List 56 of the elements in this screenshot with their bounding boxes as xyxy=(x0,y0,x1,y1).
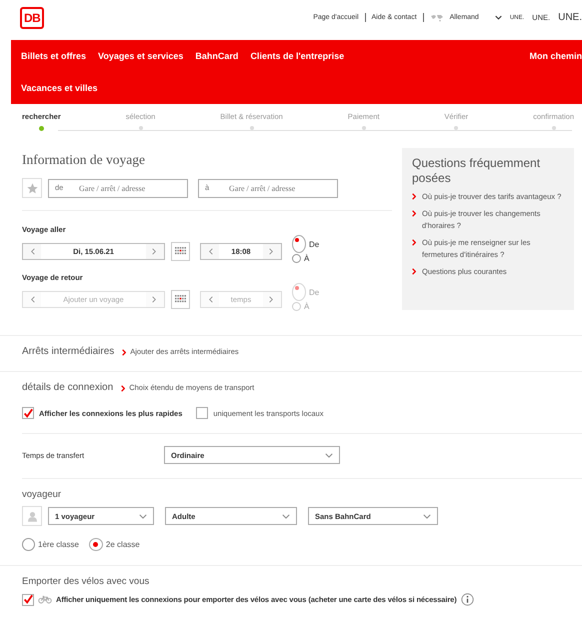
nav-item[interactable]: Clients de l'entreprise xyxy=(250,51,344,61)
calendar-button[interactable] xyxy=(171,242,190,260)
radio-label: À xyxy=(304,302,310,311)
chevron-left-icon xyxy=(31,296,35,302)
chevron-right-icon xyxy=(269,248,273,254)
person-icon xyxy=(26,510,38,522)
nav-item[interactable]: Vacances et villes xyxy=(21,83,98,93)
chevron-left-icon xyxy=(31,248,35,254)
radio-label: De xyxy=(309,288,320,296)
bicycle-icon xyxy=(38,595,52,604)
world-map-icon xyxy=(430,14,444,22)
radio-label: 1ère classe xyxy=(38,540,79,549)
checkbox[interactable] xyxy=(22,594,34,606)
nav-item[interactable]: Voyages et services xyxy=(98,51,184,61)
chevron-down-icon xyxy=(139,514,147,518)
chevron-down-icon xyxy=(423,514,431,518)
text-size-option[interactable]: UNE. xyxy=(558,12,582,23)
radio-button[interactable] xyxy=(292,235,306,253)
nav-item[interactable]: Billets et offres xyxy=(21,51,86,61)
favorite-button[interactable] xyxy=(22,178,42,198)
info-icon[interactable] xyxy=(460,593,474,606)
checkbox[interactable] xyxy=(196,407,208,419)
chevron-left-icon xyxy=(209,248,213,254)
radio-label: 2e classe xyxy=(106,540,140,549)
checkbox[interactable] xyxy=(22,407,34,419)
calendar-icon xyxy=(175,247,186,255)
section-title: Arrêts intermédiaires xyxy=(22,346,114,357)
step-dot xyxy=(38,126,44,131)
radio-button[interactable] xyxy=(88,538,103,551)
nav-item[interactable]: Mon chemin xyxy=(529,51,582,61)
radio-button[interactable] xyxy=(292,254,301,263)
chevron-right-icon xyxy=(121,385,126,392)
faq-title: Questions fréquemment posées xyxy=(412,156,542,186)
section-title: Information de voyage xyxy=(22,152,146,168)
star-icon xyxy=(26,182,38,194)
chevron-right-icon xyxy=(412,268,416,275)
chevron-down-icon xyxy=(325,452,333,458)
section-title: détails de connexion xyxy=(22,382,114,393)
db-logo[interactable]: DB xyxy=(20,7,44,29)
section-title: Emporter des vélos avec vous xyxy=(22,576,150,587)
chevron-right-icon xyxy=(412,210,416,217)
calendar-icon xyxy=(175,295,186,303)
radio-label: De xyxy=(309,240,320,248)
nav-item[interactable]: BahnCard xyxy=(195,51,238,61)
chevron-right-icon xyxy=(412,193,416,200)
radio-label: À xyxy=(304,254,310,263)
chevron-right-icon xyxy=(152,248,156,254)
section-title: voyageur xyxy=(22,489,62,500)
chevron-right-icon xyxy=(122,349,126,356)
chevron-down-icon xyxy=(282,514,290,518)
chevron-right-icon xyxy=(412,239,416,246)
chevron-down-icon xyxy=(494,15,502,20)
radio-button[interactable] xyxy=(22,538,35,551)
chevron-left-icon xyxy=(209,296,213,302)
chevron-right-icon xyxy=(152,296,156,302)
chevron-right-icon xyxy=(269,296,273,302)
